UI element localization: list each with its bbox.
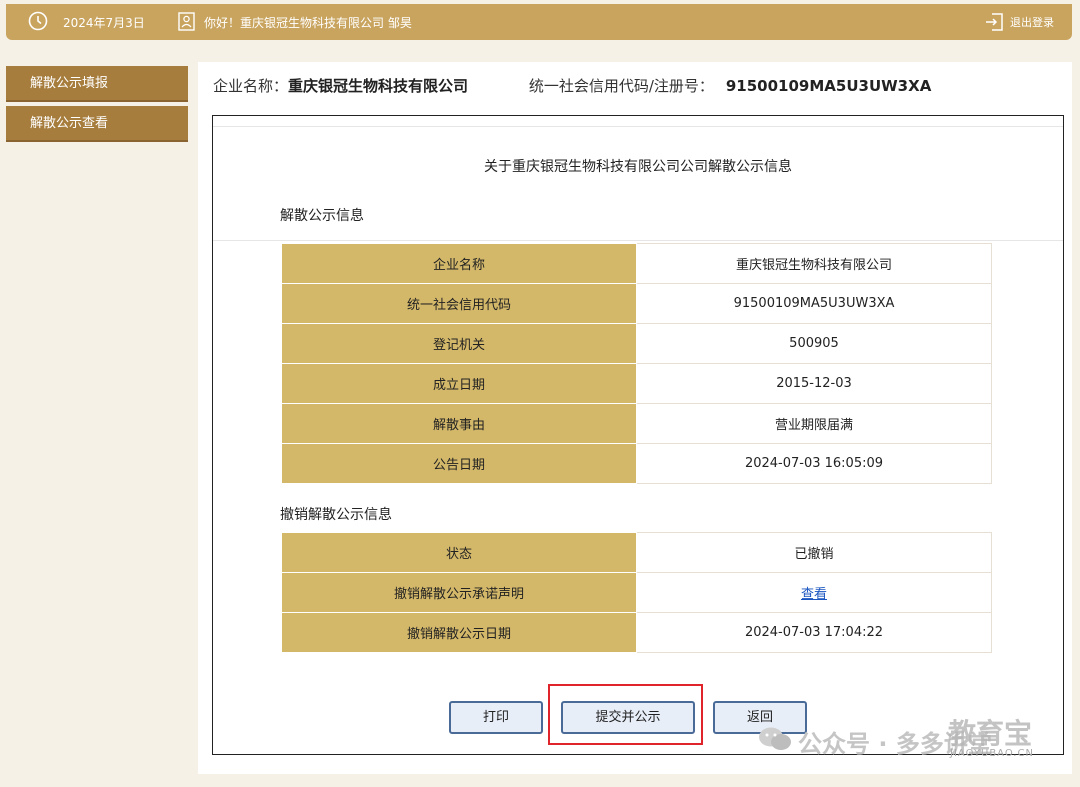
top-bar: 2024年7月3日 你好！重庆银冠生物科技有限公司 邹昊 退出登录 bbox=[6, 4, 1072, 40]
back-button[interactable]: 返回 bbox=[713, 701, 807, 734]
logout-label: 退出登录 bbox=[1010, 16, 1054, 29]
table-row: 撤销解散公示日期 2024-07-03 17:04:22 bbox=[281, 612, 992, 653]
company-line: 企业名称：重庆银冠生物科技有限公司 统一社会信用代码/注册号： 91500109M… bbox=[213, 75, 931, 96]
table-key: 状态 bbox=[281, 532, 637, 573]
user-icon bbox=[178, 12, 195, 31]
table-value: 2015-12-03 bbox=[636, 363, 992, 404]
table-value: 已撤销 bbox=[636, 532, 992, 573]
dissolution-panel: 关于重庆银冠生物科技有限公司公司解散公示信息 解散公示信息 企业名称 重庆银冠生… bbox=[212, 115, 1064, 755]
divider bbox=[213, 126, 1063, 127]
print-button[interactable]: 打印 bbox=[449, 701, 543, 734]
table-row: 撤销解散公示承诺声明 查看 bbox=[281, 572, 992, 613]
table-value: 查看 bbox=[636, 572, 992, 613]
table-value: 91500109MA5U3UW3XA bbox=[636, 283, 992, 324]
table-value: 2024-07-03 16:05:09 bbox=[636, 443, 992, 484]
submit-publish-button[interactable]: 提交并公示 bbox=[561, 701, 695, 734]
table-value: 重庆银冠生物科技有限公司 bbox=[636, 243, 992, 284]
table-key: 撤销解散公示承诺声明 bbox=[281, 572, 637, 613]
table-row: 企业名称 重庆银冠生物科技有限公司 bbox=[281, 243, 992, 284]
table-key: 撤销解散公示日期 bbox=[281, 612, 637, 653]
credit-code-label: 统一社会信用代码/注册号： bbox=[528, 77, 714, 95]
company-name-label: 企业名称： bbox=[213, 77, 289, 95]
credit-code: 91500109MA5U3UW3XA bbox=[725, 77, 932, 95]
view-declaration-link[interactable]: 查看 bbox=[801, 587, 827, 602]
logout-button[interactable]: 退出登录 bbox=[984, 11, 1054, 33]
table-value: 500905 bbox=[636, 323, 992, 364]
main-content: 企业名称：重庆银冠生物科技有限公司 统一社会信用代码/注册号： 91500109M… bbox=[198, 62, 1072, 774]
table-key: 企业名称 bbox=[281, 243, 637, 284]
table-row: 成立日期 2015-12-03 bbox=[281, 363, 992, 404]
table-row: 登记机关 500905 bbox=[281, 323, 992, 364]
revocation-info-table: 状态 已撤销 撤销解散公示承诺声明 查看 撤销解散公示日期 2024-07-03… bbox=[281, 532, 992, 653]
table-row: 公告日期 2024-07-03 16:05:09 bbox=[281, 443, 992, 484]
panel-title: 关于重庆银冠生物科技有限公司公司解散公示信息 bbox=[484, 159, 792, 175]
table-key: 公告日期 bbox=[281, 443, 637, 484]
table-row: 状态 已撤销 bbox=[281, 532, 992, 573]
clock-icon bbox=[28, 11, 48, 31]
sidebar: 解散公示填报 解散公示查看 bbox=[6, 66, 188, 146]
table-value: 营业期限届满 bbox=[636, 403, 992, 444]
sidebar-item-fill[interactable]: 解散公示填报 bbox=[6, 66, 188, 102]
table-row: 统一社会信用代码 91500109MA5U3UW3XA bbox=[281, 283, 992, 324]
sidebar-item-view[interactable]: 解散公示查看 bbox=[6, 106, 188, 142]
section-title-dissolution: 解散公示信息 bbox=[280, 208, 364, 224]
current-date: 2024年7月3日 bbox=[63, 16, 145, 30]
section-title-revocation: 撤销解散公示信息 bbox=[280, 507, 392, 523]
company-name: 重庆银冠生物科技有限公司 bbox=[288, 77, 469, 95]
logout-icon bbox=[986, 13, 1003, 31]
table-row: 解散事由 营业期限届满 bbox=[281, 403, 992, 444]
table-key: 成立日期 bbox=[281, 363, 637, 404]
table-key: 解散事由 bbox=[281, 403, 637, 444]
table-value: 2024-07-03 17:04:22 bbox=[636, 612, 992, 653]
dissolution-info-table: 企业名称 重庆银冠生物科技有限公司 统一社会信用代码 91500109MA5U3… bbox=[281, 243, 992, 484]
greeting-text: 你好！重庆银冠生物科技有限公司 邹昊 bbox=[204, 16, 412, 30]
divider bbox=[213, 240, 1063, 241]
table-key: 统一社会信用代码 bbox=[281, 283, 637, 324]
table-key: 登记机关 bbox=[281, 323, 637, 364]
